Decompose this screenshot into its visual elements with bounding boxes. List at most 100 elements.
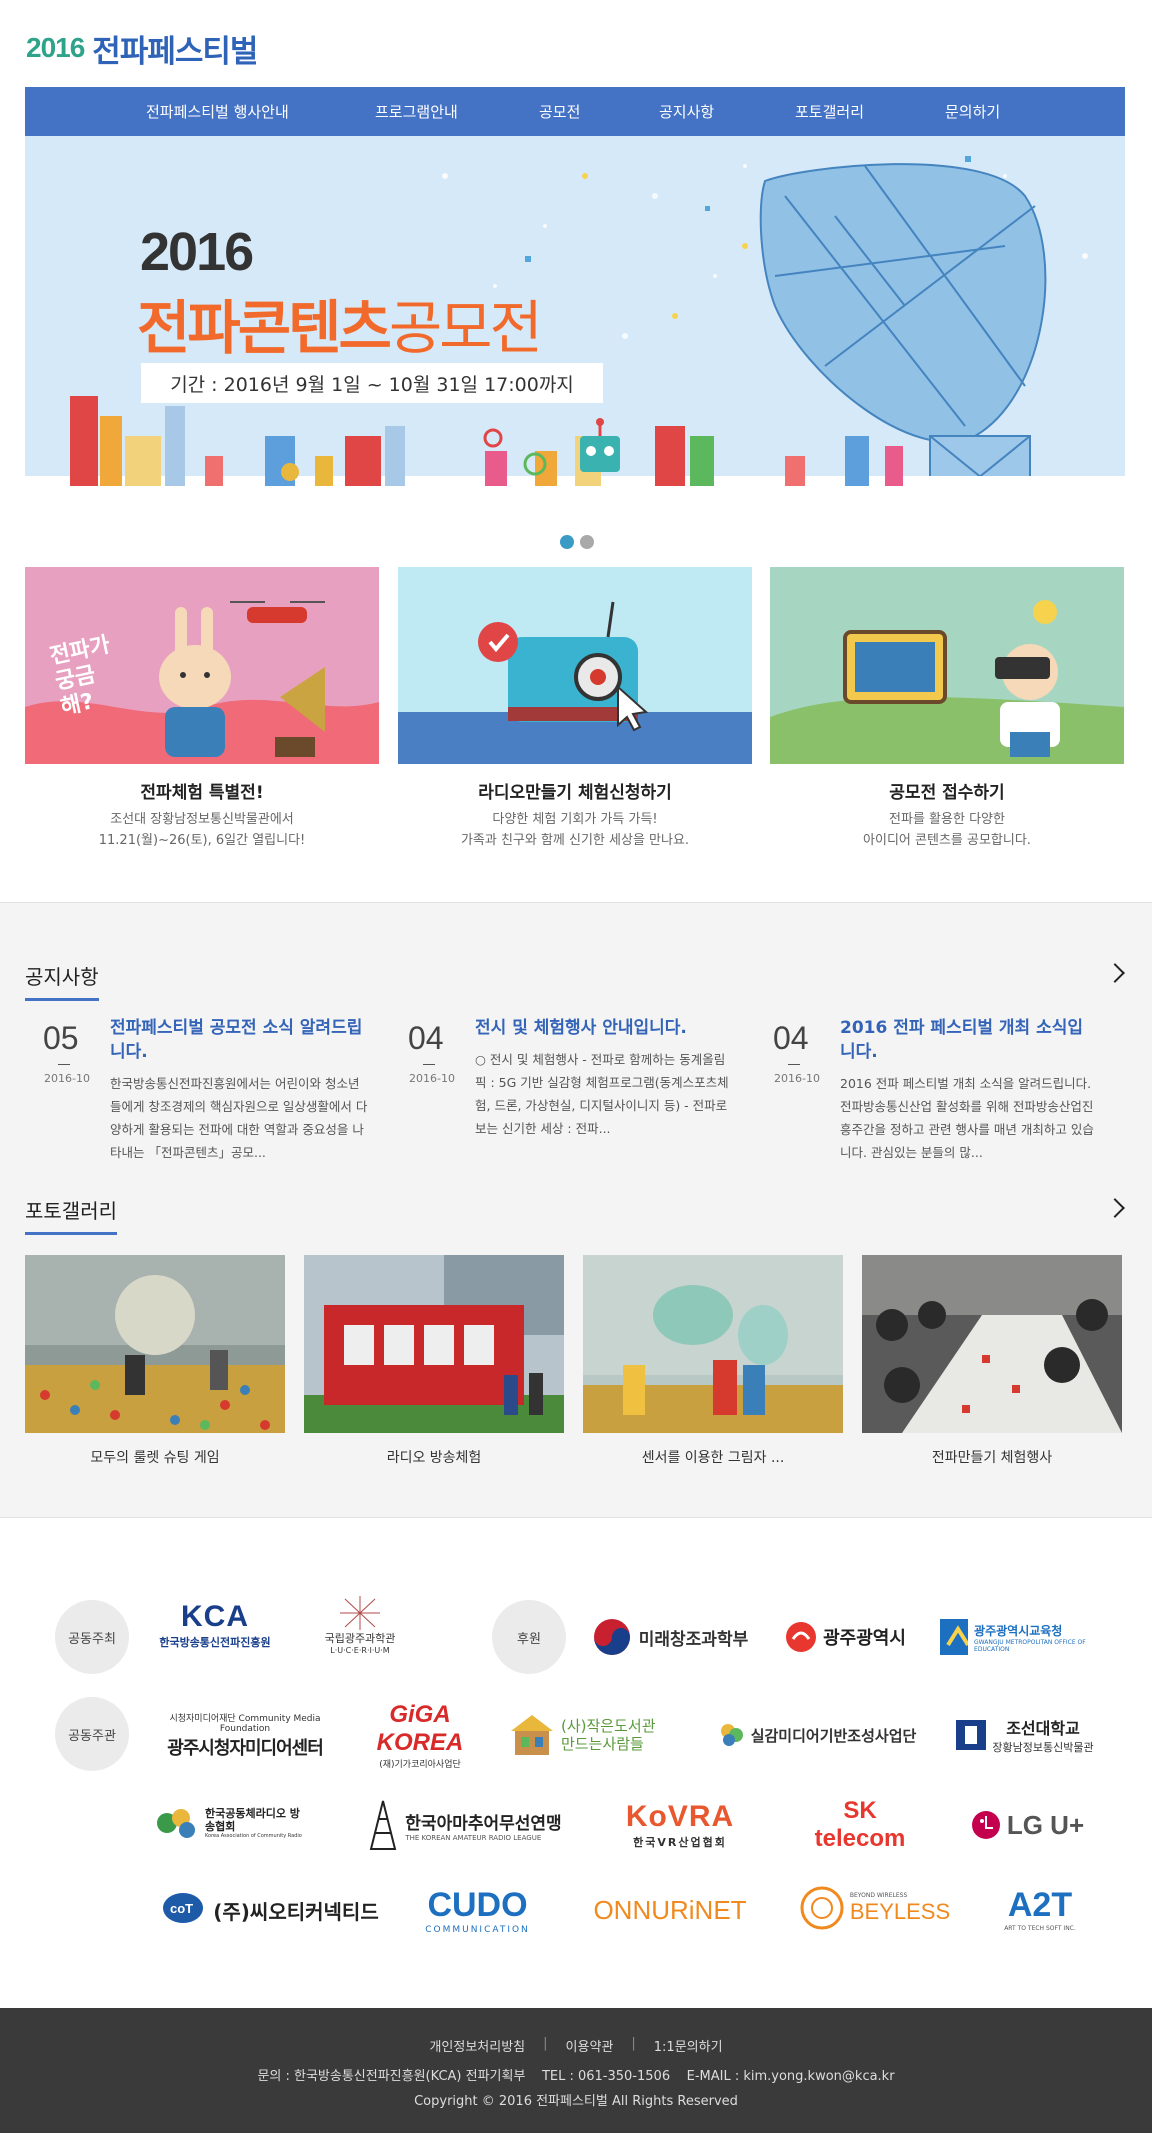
footer-links: 개인정보처리방침 | 이용약관 | 1:1문의하기 <box>0 2036 1152 2055</box>
nav-item-program[interactable]: 프로그램안내 <box>375 101 458 122</box>
logo-name: BEYLESS <box>849 1898 951 1924</box>
logo-sub: ART TO TECH SOFT INC. <box>1004 1925 1076 1932</box>
promo-card-radio[interactable]: 라디오만들기 체험신청하기 다양한 체험 기회가 가득 가득! 가족과 친구와 함… <box>398 567 752 851</box>
site-logo[interactable]: 2016 전파페스티벌 <box>26 28 258 70</box>
sponsor-logo-small-library[interactable]: (사)작은도서관 만드는사람들 <box>505 1705 675 1765</box>
sponsor-logo-media-center[interactable]: 시청자미디어재단 Community Media Foundation 광주시청… <box>150 1705 340 1765</box>
nav-item-notice[interactable]: 공지사항 <box>659 101 714 122</box>
promo-card-exhibition[interactable]: 전파가 궁금해? 전파체험 특별전! 조선대 장황남정보통신박물관에서 11.21… <box>25 567 379 851</box>
nav-item-gallery[interactable]: 포토갤러리 <box>795 101 864 122</box>
sponsor-logo-lucerium[interactable]: 국립광주과학관 L·U·C·E·R·I·U·M <box>300 1585 420 1665</box>
logo-sub: BEYOND WIRELESS <box>849 1891 908 1899</box>
notice-date-divider <box>788 1064 800 1065</box>
footer-link-terms[interactable]: 이용약관 <box>566 2036 614 2055</box>
logo-sub: THE KOREAN AMATEUR RADIO LEAGUE <box>405 1833 542 1842</box>
logo-name: KCA <box>181 1600 249 1633</box>
chosun-emblem-icon <box>956 1720 987 1750</box>
gallery-item[interactable]: 라디오 방송체험 <box>304 1255 564 1467</box>
hero-banner[interactable]: 2016 전파콘텐츠공모전 기간 : 2016년 9월 1일 ~ 10월 31일… <box>25 136 1125 517</box>
logo-name: 광주시청자미디어센터 <box>167 1737 324 1759</box>
svg-text:coT: coT <box>170 1901 193 1916</box>
footer-copyright: Copyright © 2016 전파페스티벌 All Rights Reser… <box>414 2094 738 2109</box>
notice-body: 2016 전파 페스티벌 개최 소식을 알려드립니다. 전파방송통신산업 활성화… <box>840 1076 1094 1160</box>
logo-text: 전파페스티벌 <box>92 33 258 70</box>
logo-name: ONNURiNET <box>593 1894 747 1925</box>
sponsor-logo-community-radio[interactable]: 한국공동체라디오 방송협회 Korea Association of Commu… <box>150 1795 310 1851</box>
cot-connected-icon: coT <box>163 1893 204 1923</box>
card-image-rabbit: 전파가 궁금해? <box>25 567 379 764</box>
logo-name: GiGA KOREA <box>376 1700 464 1756</box>
notice-title[interactable]: 2016 전파 페스티벌 개최 소식입니다. <box>840 1016 1098 1064</box>
sponsor-logo-kovra[interactable]: KoVRA 한국VR산업협회 <box>620 1795 740 1855</box>
beyless-circle-icon <box>800 1886 844 1930</box>
gallery-photo <box>304 1255 564 1433</box>
logo-sub: GWANGJU METROPOLITAN OFFICE OF EDUCATION <box>974 1638 1086 1653</box>
sponsor-logo-gwangju[interactable]: 광주광역시 <box>778 1615 913 1659</box>
sponsor-label-host: 공동주최 <box>55 1600 129 1674</box>
sponsor-logo-cot-connected[interactable]: coT (주)씨오티커넥티드 <box>150 1885 390 1935</box>
card-desc: 다양한 체험 기회가 가득 가득! 가족과 친구와 함께 신기한 세상을 만나요. <box>398 809 752 851</box>
sponsor-logo-karl[interactable]: 한국아마추어무선연맹 THE KOREAN AMATEUR RADIO LEAG… <box>352 1795 577 1855</box>
taegeuk-icon <box>593 1619 630 1655</box>
sponsor-logo-kca[interactable]: KCA 한국방송통신전파진흥원 <box>150 1590 280 1660</box>
karl-antenna-icon <box>370 1800 397 1850</box>
notice-body: ○ 전시 및 체험행사 - 전파로 함께하는 동계올림픽 : 5G 기반 실감형… <box>475 1052 729 1136</box>
notice-title[interactable]: 전시 및 체험행사 안내입니다. <box>475 1016 733 1040</box>
gallery-item[interactable]: 센서를 이용한 그림자 ... <box>583 1255 843 1467</box>
footer-contact: 문의 : 한국방송통신전파진흥원(KCA) 전파기획부 TEL : 061-35… <box>257 2069 895 2084</box>
logo-name: SK telecom <box>814 1797 906 1852</box>
card-title: 공모전 접수하기 <box>889 783 1005 803</box>
notice-section-title: 공지사항 <box>25 961 99 1001</box>
sponsor-logo-lg-uplus[interactable]: LG U+ <box>965 1800 1090 1850</box>
notice-date-divider <box>58 1064 70 1065</box>
nav-item-contest[interactable]: 공모전 <box>539 101 580 122</box>
card-title: 전파체험 특별전! <box>140 783 264 803</box>
promo-card-contest[interactable]: 공모전 접수하기 전파를 활용한 다양한 아이디어 콘텐츠를 공모합니다. <box>770 567 1124 851</box>
vr-illustration <box>770 600 1124 764</box>
gallery-item[interactable]: 전파만들기 체험행사 <box>862 1255 1122 1467</box>
card-image-vr <box>770 567 1124 764</box>
notice-year-month: 2016-10 <box>409 1072 455 1085</box>
sponsor-logo-a2t[interactable]: A2T ART TO TECH SOFT INC. <box>985 1880 1095 1938</box>
realistic-media-icon <box>720 1724 743 1746</box>
site-footer: 개인정보처리방침 | 이용약관 | 1:1문의하기 문의 : 한국방송통신전파진… <box>0 2008 1152 2133</box>
logo-name: 국립광주과학관 <box>324 1631 396 1645</box>
sponsor-logo-gwangju-education[interactable]: 광주광역시교육청 GWANGJU METROPOLITAN OFFICE OF … <box>940 1612 1090 1662</box>
notice-title[interactable]: 전파페스티벌 공모전 소식 알려드립니다. <box>110 1016 368 1064</box>
sponsor-logo-msip[interactable]: 미래창조과학부 <box>588 1615 753 1659</box>
sponsor-label-organizer: 공동주관 <box>55 1697 129 1771</box>
logo-name: 조선대학교 <box>1006 1719 1080 1738</box>
sponsor-logo-realistic-media[interactable]: 실감미디어기반조성사업단 <box>710 1715 925 1755</box>
pager-dot-2[interactable] <box>580 535 594 549</box>
sponsor-logo-cudo[interactable]: CUDO COMMUNICATION <box>415 1880 540 1940</box>
gwangju-symbol-icon <box>786 1622 817 1652</box>
logo-name: 실감미디어기반조성사업단 <box>750 1726 917 1745</box>
radio-illustration <box>398 601 752 764</box>
nav-item-event-info[interactable]: 전파페스티벌 행사안내 <box>146 101 289 122</box>
nav-item-inquiry[interactable]: 문의하기 <box>945 101 1000 122</box>
notice-day: 04 <box>408 1020 444 1056</box>
sponsor-logo-beyless[interactable]: BEYOND WIRELESS BEYLESS <box>795 1878 955 1938</box>
banner-period: 기간 : 2016년 9월 1일 ~ 10월 31일 17:00까지 <box>141 363 603 403</box>
sponsor-logo-sk-telecom[interactable]: SK telecom <box>795 1795 925 1855</box>
gallery-caption: 전파만들기 체험행사 <box>931 1450 1053 1466</box>
banner-title: 전파콘텐츠공모전 <box>137 281 543 365</box>
logo-name: (주)씨오티커넥티드 <box>213 1899 379 1924</box>
footer-link-inquiry[interactable]: 1:1문의하기 <box>654 2036 723 2055</box>
footer-link-privacy[interactable]: 개인정보처리방침 <box>429 2036 525 2055</box>
logo-name: (사)작은도서관 만드는사람들 <box>561 1717 656 1753</box>
pager-dot-1[interactable] <box>560 535 574 549</box>
sponsor-logo-chosun-univ[interactable]: 조선대학교 장황남정보통신박물관 <box>955 1705 1095 1765</box>
card-desc: 조선대 장황남정보통신박물관에서 11.21(월)~26(토), 6일간 열립니다… <box>25 809 379 851</box>
card-desc: 전파를 활용한 다양한 아이디어 콘텐츠를 공모합니다. <box>770 809 1124 851</box>
notice-body: 한국방송통신전파진흥원에서는 어린이와 청소년들에게 창조경제의 핵심자원으로 … <box>110 1076 368 1160</box>
logo-name: KoVRA <box>625 1800 735 1833</box>
sponsor-logo-giga-korea[interactable]: GiGA KOREA (재)기가코리아사업단 <box>375 1701 465 1770</box>
notice-year-month: 2016-10 <box>774 1072 820 1085</box>
gallery-photo <box>862 1255 1122 1433</box>
logo-sub: L·U·C·E·R·I·U·M <box>330 1645 390 1655</box>
gallery-item[interactable]: 모두의 룰렛 슈팅 게임 <box>25 1255 285 1467</box>
logo-name: 한국아마추어무선연맹 <box>405 1813 562 1834</box>
logo-name: 광주광역시교육청 <box>974 1623 1063 1638</box>
sponsor-logo-onnurinet[interactable]: ONNURiNET <box>575 1885 765 1935</box>
